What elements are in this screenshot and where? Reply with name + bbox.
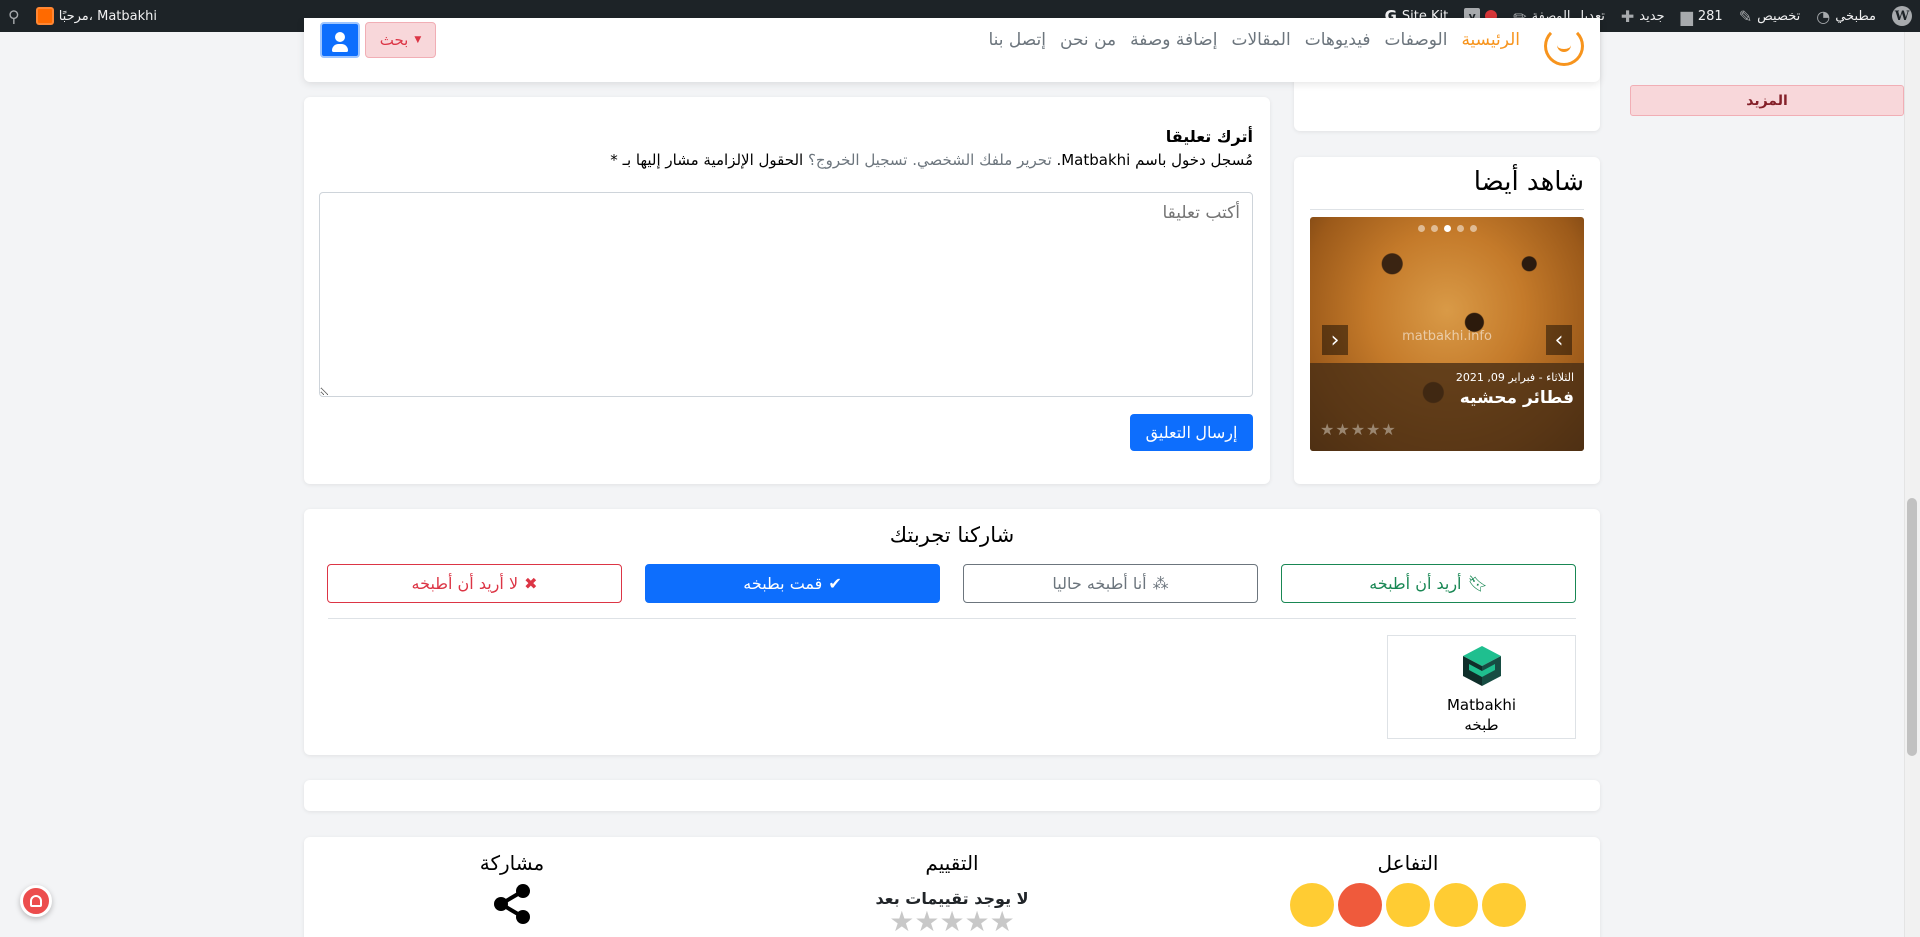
page-scrollbar[interactable] bbox=[1904, 32, 1920, 937]
wordpress-logo-menu[interactable]: W bbox=[1884, 0, 1920, 32]
carousel-dot[interactable] bbox=[1430, 225, 1438, 232]
nav-videos[interactable]: فيديوهات bbox=[1305, 30, 1371, 50]
user-button[interactable] bbox=[320, 22, 360, 58]
wordpress-icon: W bbox=[1892, 6, 1912, 26]
bookmark-icon: 🔖︎ bbox=[1467, 574, 1488, 593]
more-button[interactable]: المزيد bbox=[1630, 85, 1904, 116]
reactions-title: التفاعل bbox=[1377, 851, 1439, 875]
slide-caption: الثلاثاء - فبراير 09, 2021 فطائر محشيه ★… bbox=[1310, 363, 1584, 451]
share-experience-title: شاركنا تجربتك bbox=[889, 523, 1015, 547]
carousel-next-arrow-icon[interactable]: › bbox=[1546, 325, 1572, 355]
new-content-menu[interactable]: ✚ جديد bbox=[1613, 0, 1673, 32]
share-experience-card: شاركنا تجربتك 🔖︎ أريد أن أطبخه ⁂ أنا أطبخه… bbox=[304, 509, 1600, 755]
share-title: مشاركة bbox=[479, 851, 545, 875]
laugh-emoji-icon[interactable] bbox=[1482, 883, 1526, 927]
dont-want-to-cook-button[interactable]: ✖ لا أريد أن أطبخه bbox=[327, 564, 622, 603]
divider bbox=[328, 618, 1576, 619]
reactions-rating-share-card: التفاعل التقييم لا يوجد تقييمات بعد ★★★★… bbox=[304, 837, 1600, 937]
comments-menu[interactable]: ▆ 281 bbox=[1673, 0, 1731, 32]
share-icon bbox=[494, 884, 530, 924]
see-also-title: شاهد أيضا bbox=[1473, 167, 1584, 197]
rating-section: التقييم لا يوجد تقييمات بعد ★★★★★ bbox=[812, 851, 1092, 936]
site-logo-icon[interactable] bbox=[1544, 26, 1584, 66]
cooked-by-user[interactable]: Matbakhi طبخه bbox=[1387, 635, 1576, 739]
submit-comment-button[interactable]: إرسال التعليق bbox=[1130, 414, 1253, 451]
reactions-section: التفاعل bbox=[1268, 851, 1548, 927]
share-button[interactable] bbox=[372, 883, 652, 925]
angry-emoji-icon[interactable] bbox=[1338, 883, 1382, 927]
check-icon: ✔ bbox=[828, 574, 842, 593]
main-menu: الرئيسية الوصفات فيديوهات المقالات إضافة… bbox=[988, 30, 1520, 50]
logout-link[interactable]: تسجيل الخروج؟ bbox=[808, 151, 907, 169]
nav-articles[interactable]: المقالات bbox=[1231, 30, 1290, 50]
dashboard-icon: ◔ bbox=[1816, 6, 1831, 26]
caret-down-icon: ▼ bbox=[414, 35, 422, 45]
close-icon: ✖ bbox=[524, 574, 538, 593]
brush-icon: ✎ bbox=[1738, 6, 1753, 26]
love-emoji-icon[interactable] bbox=[1290, 883, 1334, 927]
carousel-indicators bbox=[1310, 225, 1584, 232]
share-section: مشاركة bbox=[372, 851, 652, 925]
rating-title: التقييم bbox=[925, 851, 979, 875]
reaction-emojis bbox=[1268, 883, 1548, 927]
spinner-icon: ⁂ bbox=[1152, 574, 1169, 593]
cooking-now-button[interactable]: ⁂ أنا أطبخه حاليا bbox=[963, 564, 1258, 603]
recipe-carousel[interactable]: matbakhi.info ‹ › الثلاثاء - فبراير 09, … bbox=[1310, 217, 1584, 451]
site-navbar: الرئيسية الوصفات فيديوهات المقالات إضافة… bbox=[304, 18, 1600, 82]
comment-form-card: أترك تعليقا مُسجل دخول باسم Matbakhi. تح… bbox=[304, 97, 1270, 484]
customize-menu[interactable]: ✎ تخصيص bbox=[1731, 0, 1809, 32]
slide-rating-stars-icon: ★★★★★ bbox=[1320, 420, 1397, 439]
cooked-by-role: طبخه bbox=[1464, 716, 1499, 734]
nav-about[interactable]: من نحن bbox=[1060, 30, 1116, 50]
comment-textarea[interactable] bbox=[319, 192, 1253, 397]
image-watermark: matbakhi.info bbox=[1402, 329, 1492, 344]
logged-in-note: مُسجل دخول باسم Matbakhi. تحرير ملفك الش… bbox=[610, 151, 1253, 169]
search-icon: ⚲ bbox=[8, 6, 20, 26]
my-account-menu[interactable]: مرحبًا، Matbakhi bbox=[28, 0, 165, 32]
notifications-bell-button[interactable] bbox=[20, 885, 52, 917]
nav-add-recipe[interactable]: إضافة وصفة bbox=[1130, 30, 1217, 50]
cooked-it-button[interactable]: ✔ قمت بطبخه bbox=[645, 564, 940, 603]
carousel-prev-arrow-icon[interactable]: ‹ bbox=[1322, 325, 1348, 355]
wow-emoji-icon[interactable] bbox=[1434, 883, 1478, 927]
slide-date: الثلاثاء - فبراير 09, 2021 bbox=[1455, 371, 1574, 384]
edit-profile-link[interactable]: تحرير ملفك الشخصي. bbox=[912, 151, 1051, 169]
admin-search[interactable]: ⚲ bbox=[0, 0, 28, 32]
carousel-dot[interactable] bbox=[1469, 225, 1477, 232]
plus-icon: ✚ bbox=[1620, 6, 1635, 26]
divider bbox=[1310, 209, 1584, 210]
nav-recipes[interactable]: الوصفات bbox=[1385, 30, 1448, 50]
nav-home[interactable]: الرئيسية bbox=[1461, 30, 1520, 50]
search-dropdown-button[interactable]: ▼ بحث bbox=[365, 22, 436, 58]
avatar bbox=[35, 7, 54, 25]
rating-stars-icon[interactable]: ★★★★★ bbox=[812, 908, 1092, 936]
cooked-by-name: Matbakhi bbox=[1446, 696, 1517, 714]
nav-contact[interactable]: إتصل بنا bbox=[988, 30, 1046, 50]
carousel-dot[interactable] bbox=[1417, 225, 1425, 232]
sad-emoji-icon[interactable] bbox=[1386, 883, 1430, 927]
comment-form-title: أترك تعليقا bbox=[1165, 127, 1253, 146]
empty-card bbox=[304, 780, 1600, 811]
see-also-card: شاهد أيضا matbakhi.info ‹ › الثلاثاء - ف… bbox=[1294, 157, 1600, 484]
want-to-cook-button[interactable]: 🔖︎ أريد أن أطبخه bbox=[1281, 564, 1576, 603]
carousel-dot[interactable] bbox=[1456, 225, 1464, 232]
site-name-menu[interactable]: ◔ مطبخي bbox=[1808, 0, 1884, 32]
slide-title[interactable]: فطائر محشيه bbox=[1320, 388, 1574, 408]
cube-logo-icon bbox=[1462, 646, 1501, 686]
scrollbar-thumb[interactable] bbox=[1907, 498, 1917, 756]
carousel-dot-active[interactable] bbox=[1443, 225, 1451, 232]
bell-icon bbox=[30, 895, 42, 907]
comment-icon: ▆ bbox=[1680, 6, 1693, 26]
